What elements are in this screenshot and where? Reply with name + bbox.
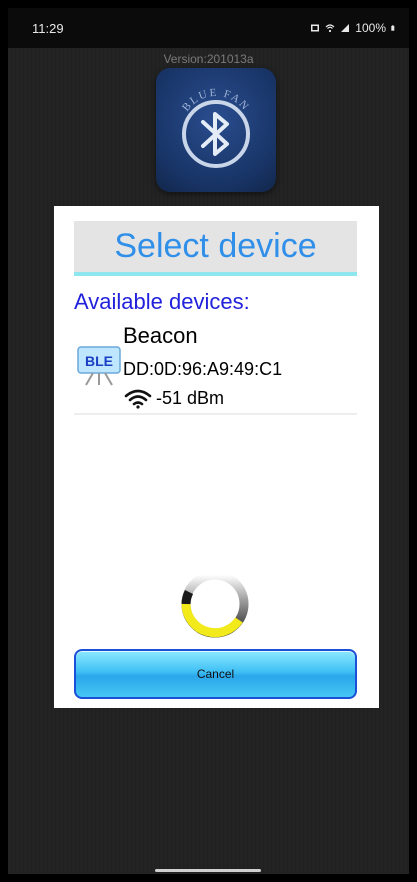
wifi-icon <box>325 24 335 33</box>
available-devices-label: Available devices: <box>74 289 250 314</box>
app-screen: 11:29 100% Version:201013a BLUE FAN Sele… <box>8 8 409 874</box>
image-icon <box>311 24 320 32</box>
battery-percent: 100% <box>355 21 386 35</box>
svg-text:BLE: BLE <box>85 353 113 369</box>
status-icons: 100% <box>310 21 397 35</box>
signal-strength-icon <box>124 389 152 409</box>
device-frame: 11:29 100% Version:201013a BLUE FAN Sele… <box>0 0 417 882</box>
status-time: 11:29 <box>32 20 64 36</box>
ble-icon: BLE <box>77 346 121 386</box>
signal-icon <box>341 24 350 32</box>
app-logo: BLUE FAN <box>156 68 276 192</box>
home-gesture-handle[interactable] <box>155 869 261 872</box>
bluetooth-icon <box>201 112 229 156</box>
loading-spinner <box>181 570 249 638</box>
status-bar: 11:29 100% <box>8 8 409 48</box>
cancel-button[interactable]: Cancel <box>74 649 357 699</box>
device-list-item[interactable]: BLE Beacon DD:0D:96:A9:49:C1 -51 dBm <box>74 321 357 415</box>
battery-icon <box>391 25 395 31</box>
app-version: Version:201013a <box>163 52 254 66</box>
device-name: Beacon <box>123 323 198 348</box>
dialog-title: Select device <box>74 221 357 276</box>
select-device-dialog: Select device Available devices: BLE Bea… <box>54 206 379 708</box>
device-address: DD:0D:96:A9:49:C1 <box>123 359 283 379</box>
device-rssi: -51 dBm <box>156 387 225 408</box>
device-signal: -51 dBm <box>123 387 224 409</box>
